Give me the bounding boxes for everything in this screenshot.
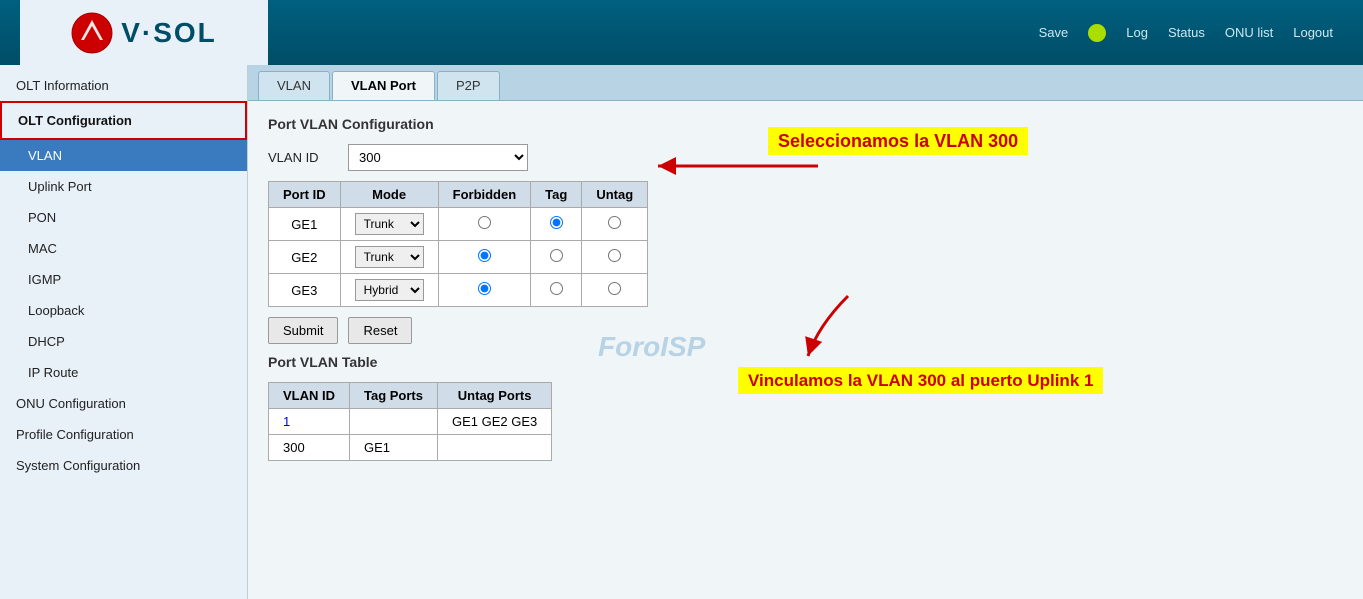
sidebar-item-dhcp[interactable]: DHCP: [0, 326, 247, 357]
col-mode: Mode: [340, 182, 438, 208]
sidebar-item-vlan[interactable]: VLAN: [0, 140, 247, 171]
sidebar-item-mac[interactable]: MAC: [0, 233, 247, 264]
reset-button[interactable]: Reset: [348, 317, 412, 344]
col-untag: Untag: [582, 182, 648, 208]
main-content: VLAN VLAN Port P2P Port VLAN Configurati…: [248, 65, 1363, 599]
tag-ports-val: [350, 409, 438, 435]
tag-radio-ge1[interactable]: [550, 216, 563, 229]
mode-select-ge1[interactable]: Trunk Hybrid Access: [355, 213, 424, 235]
sidebar-item-ip-route[interactable]: IP Route: [0, 357, 247, 388]
vlan-id-row: VLAN ID 300 1: [268, 144, 1343, 171]
tag-cell: [531, 274, 582, 307]
status-link[interactable]: Status: [1168, 25, 1205, 40]
vsol-logo-icon: [71, 12, 113, 54]
sidebar-item-olt-config[interactable]: OLT Configuration: [0, 101, 247, 140]
save-button[interactable]: Save: [1039, 25, 1069, 40]
list-item: 300 GE1: [269, 435, 552, 461]
mode-select-ge2[interactable]: Trunk Hybrid Access: [355, 246, 424, 268]
vlan-col-untag: Untag Ports: [438, 383, 552, 409]
sidebar-item-onu-config[interactable]: ONU Configuration: [0, 388, 247, 419]
sidebar-item-system-config[interactable]: System Configuration: [0, 450, 247, 481]
untag-radio-ge2[interactable]: [608, 249, 621, 262]
col-port-id: Port ID: [269, 182, 341, 208]
untag-cell: [582, 274, 648, 307]
tag-radio-ge3[interactable]: [550, 282, 563, 295]
layout: OLT Information OLT Configuration VLAN U…: [0, 65, 1363, 599]
col-forbidden: Forbidden: [438, 182, 531, 208]
content-area: Port VLAN Configuration VLAN ID 300 1 Po…: [248, 101, 1363, 476]
untag-ports-val: GE1 GE2 GE3: [438, 409, 552, 435]
forbidden-radio-ge3[interactable]: [478, 282, 491, 295]
vlan-col-id: VLAN ID: [269, 383, 350, 409]
header: V·SOL Save Log Status ONU list Logout: [0, 0, 1363, 65]
mode-cell: Trunk Hybrid Access: [340, 208, 438, 241]
sidebar-item-profile-config[interactable]: Profile Configuration: [0, 419, 247, 450]
sidebar-item-loopback[interactable]: Loopback: [0, 295, 247, 326]
forbidden-cell: [438, 208, 531, 241]
section-title: Port VLAN Configuration: [268, 116, 1343, 132]
status-indicator: [1088, 24, 1106, 42]
vlan-table: VLAN ID Tag Ports Untag Ports 1 GE1 GE2 …: [268, 382, 552, 461]
log-link[interactable]: Log: [1126, 25, 1148, 40]
annotation-label-2: Vinculamos la VLAN 300 al puerto Uplink …: [738, 367, 1103, 394]
onu-list-link[interactable]: ONU list: [1225, 25, 1273, 40]
table-row: GE1 Trunk Hybrid Access: [269, 208, 648, 241]
vlan-id-link[interactable]: 1: [283, 414, 290, 429]
logo-area: V·SOL: [20, 0, 268, 65]
col-tag: Tag: [531, 182, 582, 208]
sidebar-item-pon[interactable]: PON: [0, 202, 247, 233]
tag-radio-ge2[interactable]: [550, 249, 563, 262]
sidebar-item-uplink-port[interactable]: Uplink Port: [0, 171, 247, 202]
table-row: GE3 Trunk Hybrid Access: [269, 274, 648, 307]
tag-cell: [531, 208, 582, 241]
vlan-id-val: 1: [269, 409, 350, 435]
form-buttons: Submit Reset: [268, 317, 1343, 344]
untag-radio-ge3[interactable]: [608, 282, 621, 295]
tag-ports-val: GE1: [350, 435, 438, 461]
header-right: Save Log Status ONU list Logout: [268, 24, 1343, 42]
sidebar-item-olt-info[interactable]: OLT Information: [0, 70, 247, 101]
port-id-cell: GE1: [269, 208, 341, 241]
mode-cell: Trunk Hybrid Access: [340, 241, 438, 274]
tab-vlan-port[interactable]: VLAN Port: [332, 71, 435, 100]
tab-vlan[interactable]: VLAN: [258, 71, 330, 100]
forbidden-cell: [438, 241, 531, 274]
port-config-table: Port ID Mode Forbidden Tag Untag GE1 Tru…: [268, 181, 648, 307]
sidebar: OLT Information OLT Configuration VLAN U…: [0, 65, 248, 599]
untag-cell: [582, 241, 648, 274]
forbidden-cell: [438, 274, 531, 307]
port-id-cell: GE2: [269, 241, 341, 274]
mode-cell: Trunk Hybrid Access: [340, 274, 438, 307]
vlan-id-val: 300: [269, 435, 350, 461]
vlan-id-select[interactable]: 300 1: [348, 144, 528, 171]
tab-bar: VLAN VLAN Port P2P: [248, 65, 1363, 101]
port-id-cell: GE3: [269, 274, 341, 307]
vlan-id-label: VLAN ID: [268, 150, 338, 165]
tag-cell: [531, 241, 582, 274]
submit-button[interactable]: Submit: [268, 317, 338, 344]
tab-p2p[interactable]: P2P: [437, 71, 500, 100]
untag-radio-ge1[interactable]: [608, 216, 621, 229]
annotation-vinculamos: Vinculamos la VLAN 300 al puerto Uplink …: [738, 371, 1103, 391]
forbidden-radio-ge2[interactable]: [478, 249, 491, 262]
list-item: 1 GE1 GE2 GE3: [269, 409, 552, 435]
mode-select-ge3[interactable]: Trunk Hybrid Access: [355, 279, 424, 301]
sidebar-item-igmp[interactable]: IGMP: [0, 264, 247, 295]
untag-ports-val: [438, 435, 552, 461]
untag-cell: [582, 208, 648, 241]
logout-link[interactable]: Logout: [1293, 25, 1333, 40]
vlan-table-title: Port VLAN Table: [268, 354, 1343, 370]
logo-text: V·SOL: [121, 17, 217, 49]
vlan-col-tag: Tag Ports: [350, 383, 438, 409]
forbidden-radio-ge1[interactable]: [478, 216, 491, 229]
table-row: GE2 Trunk Hybrid Access: [269, 241, 648, 274]
